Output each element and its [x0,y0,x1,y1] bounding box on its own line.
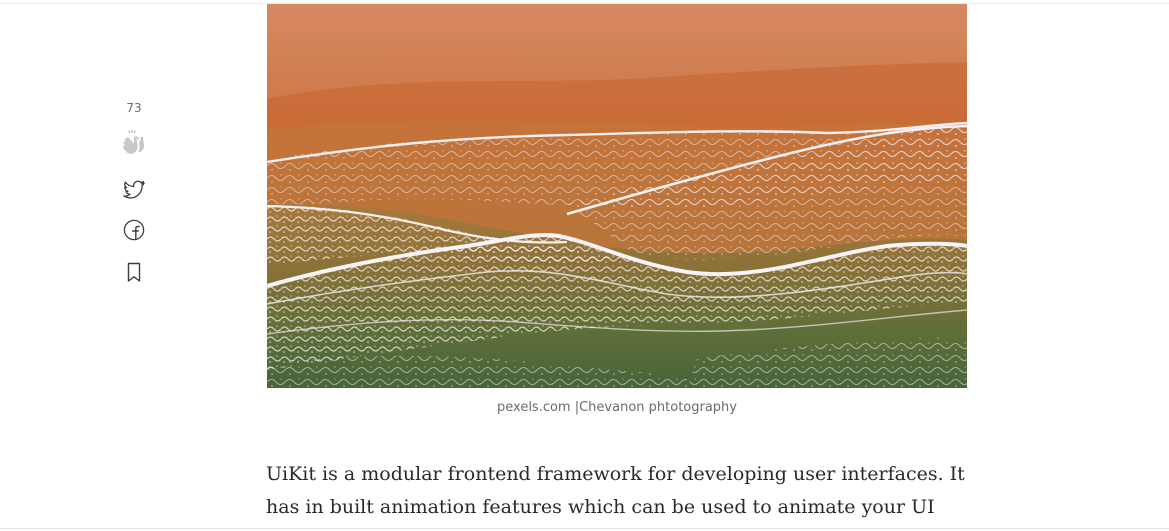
footer-divider [0,528,1169,529]
bookmark-icon [127,262,141,282]
clap-button[interactable] [120,128,148,156]
facebook-icon [123,219,145,241]
image-caption: pexels.com |Chevanon phtotography [497,400,737,415]
share-twitter-button[interactable] [120,175,148,203]
clap-icon [122,129,144,154]
article-hero-image [267,4,967,388]
clap-count: 73 [126,101,142,115]
article-paragraph: UiKit is a modular frontend framework fo… [266,463,965,531]
bookmark-button[interactable] [120,258,148,286]
share-facebook-button[interactable] [120,216,148,244]
article-page: 73 pexels.com |Chevanon phtotography UiK… [0,0,1169,531]
twitter-icon [123,180,145,199]
